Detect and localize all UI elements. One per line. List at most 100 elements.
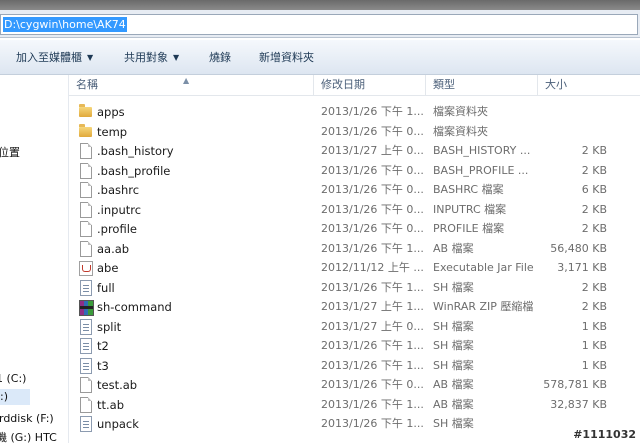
file-type: 檔案資料夾 — [433, 105, 488, 118]
file-name: test.ab — [97, 378, 138, 392]
file-date: 2013/1/26 下午 0... — [321, 163, 424, 177]
file-row[interactable]: .bash_history 2013/1/27 上午 0... BASH_HIS… — [69, 141, 640, 161]
text-file-icon — [78, 357, 92, 374]
file-name: apps — [97, 105, 125, 119]
document-icon — [78, 377, 92, 393]
text-file-icon — [78, 279, 92, 296]
document-icon — [78, 182, 92, 198]
file-name: t2 — [97, 339, 109, 353]
file-type: AB 檔案 — [433, 378, 474, 391]
file-date: 2013/1/26 下午 0... — [321, 378, 424, 391]
file-name: split — [97, 319, 122, 334]
column-header-date[interactable]: 修改日期 — [314, 75, 426, 95]
column-name-label: 名稱 — [76, 78, 98, 91]
file-row[interactable]: .bash_profile 2013/1/26 下午 0... BASH_PRO… — [69, 161, 640, 181]
file-size: 6 KB — [581, 183, 607, 196]
file-date: 2013/1/26 下午 1... — [321, 397, 424, 411]
file-date: 2013/1/26 下午 1... — [321, 417, 424, 430]
nav-item-locations[interactable]: 位置 — [0, 145, 20, 161]
document-icon — [78, 201, 92, 218]
chevron-down-icon: ▼ — [173, 53, 180, 62]
file-type: INPUTRC 檔案 — [433, 202, 507, 216]
window-top-strip — [0, 0, 640, 10]
file-row[interactable]: unpack 2013/1/26 下午 1... SH 檔案 — [69, 414, 640, 434]
file-size: 2 KB — [581, 163, 607, 177]
file-date: 2013/1/26 下午 0... — [321, 124, 424, 138]
share-with-label: 共用對象 — [124, 51, 168, 64]
file-row[interactable]: .bashrc 2013/1/26 下午 0... BASHRC 檔案 6 KB — [69, 180, 640, 200]
file-row[interactable]: aa.ab 2013/1/26 下午 1... AB 檔案 56,480 KB — [69, 239, 640, 259]
file-date: 2012/11/12 上午 ... — [321, 261, 424, 274]
chevron-down-icon: ▼ — [87, 53, 94, 62]
file-size: 2 KB — [581, 280, 607, 294]
file-row[interactable]: .inputrc 2013/1/26 下午 0... INPUTRC 檔案 2 … — [69, 200, 640, 220]
document-icon — [78, 162, 92, 179]
new-folder-button[interactable]: 新增資料夾 — [259, 40, 314, 74]
column-header-name[interactable]: 名稱 ▲ — [69, 75, 314, 95]
column-header-size[interactable]: 大小 — [538, 75, 640, 95]
winrar-icon — [78, 299, 94, 316]
file-row[interactable]: apps 2013/1/26 下午 1... 檔案資料夾 — [69, 102, 640, 122]
file-type: AB 檔案 — [433, 241, 474, 255]
file-row[interactable]: t2 2013/1/26 下午 1... SH 檔案 1 KB — [69, 336, 640, 356]
text-file-icon — [78, 416, 92, 432]
document-icon — [78, 143, 92, 159]
file-date: 2013/1/26 下午 1... — [321, 105, 424, 118]
file-row[interactable]: sh-command 2013/1/27 上午 1... WinRAR ZIP … — [69, 297, 640, 317]
file-type: 檔案資料夾 — [433, 124, 488, 138]
file-name: temp — [97, 124, 128, 139]
file-row[interactable]: .profile 2013/1/26 下午 0... PROFILE 檔案 2 … — [69, 219, 640, 239]
file-row[interactable]: t3 2013/1/26 下午 1... SH 檔案 1 KB — [69, 356, 640, 376]
file-date: 2013/1/26 下午 1... — [321, 241, 424, 255]
file-type: SH 檔案 — [433, 417, 474, 430]
column-header-row: 名稱 ▲ 修改日期 類型 大小 — [69, 75, 640, 96]
file-row[interactable]: abe 2012/11/12 上午 ... Executable Jar Fil… — [69, 258, 640, 278]
include-in-library-button[interactable]: 加入至媒體櫃 ▼ — [16, 40, 93, 74]
file-type: SH 檔案 — [433, 358, 474, 372]
file-name: .bash_profile — [97, 163, 171, 178]
command-toolbar: 加入至媒體櫃 ▼ 共用對象 ▼ 燒錄 新增資料夾 — [0, 40, 640, 75]
share-with-button[interactable]: 共用對象 ▼ — [124, 40, 179, 74]
file-type: WinRAR ZIP 壓縮檔 — [433, 300, 534, 313]
file-size: 1 KB — [581, 339, 607, 352]
file-row[interactable]: tt.ab 2013/1/26 下午 1... AB 檔案 32,837 KB — [69, 395, 640, 415]
file-name: abe — [97, 261, 119, 275]
folder-icon — [78, 123, 92, 140]
file-size: 578,781 KB — [543, 378, 607, 391]
nav-item-drive-c[interactable]: 1 (C:) — [0, 371, 26, 387]
address-bar: D:\cygwin\home\AK74 — [0, 10, 640, 38]
watermark-text: #1111032 — [573, 428, 636, 441]
document-icon — [78, 396, 92, 413]
file-size: 2 KB — [581, 300, 607, 313]
file-row[interactable]: split 2013/1/27 上午 0... SH 檔案 1 KB — [69, 317, 640, 337]
column-header-type[interactable]: 類型 — [426, 75, 538, 95]
file-type: BASHRC 檔案 — [433, 183, 504, 196]
file-date: 2013/1/26 下午 0... — [321, 202, 424, 216]
nav-item-drive-g[interactable]: 機 (G:) HTC — [0, 430, 57, 443]
file-type: SH 檔案 — [433, 339, 474, 352]
file-name: unpack — [97, 417, 139, 431]
address-field[interactable]: D:\cygwin\home\AK74 — [0, 14, 638, 35]
file-size: 2 KB — [581, 222, 607, 235]
file-type: AB 檔案 — [433, 397, 474, 411]
file-name: t3 — [97, 358, 109, 373]
nav-item-drive-d[interactable]: :) — [0, 389, 30, 405]
file-row[interactable]: temp 2013/1/26 下午 0... 檔案資料夾 — [69, 122, 640, 142]
burn-button[interactable]: 燒錄 — [209, 40, 231, 74]
document-icon — [78, 240, 92, 257]
file-date: 2013/1/26 下午 1... — [321, 339, 424, 352]
new-folder-label: 新增資料夾 — [259, 51, 314, 64]
file-size: 1 KB — [581, 319, 607, 333]
file-name: aa.ab — [97, 241, 130, 256]
folder-icon — [78, 104, 92, 120]
sort-ascending-icon: ▲ — [183, 76, 190, 85]
file-type: PROFILE 檔案 — [433, 222, 505, 235]
text-file-icon — [78, 318, 92, 335]
file-size: 1 KB — [581, 358, 607, 372]
file-size: 56,480 KB — [550, 241, 607, 255]
file-size: 3,171 KB — [557, 261, 607, 274]
file-row[interactable]: test.ab 2013/1/26 下午 0... AB 檔案 578,781 … — [69, 375, 640, 395]
nav-item-drive-f[interactable]: rddisk (F:) — [0, 411, 54, 427]
file-date: 2013/1/27 上午 0... — [321, 144, 424, 157]
file-row[interactable]: full 2013/1/26 下午 1... SH 檔案 2 KB — [69, 278, 640, 298]
